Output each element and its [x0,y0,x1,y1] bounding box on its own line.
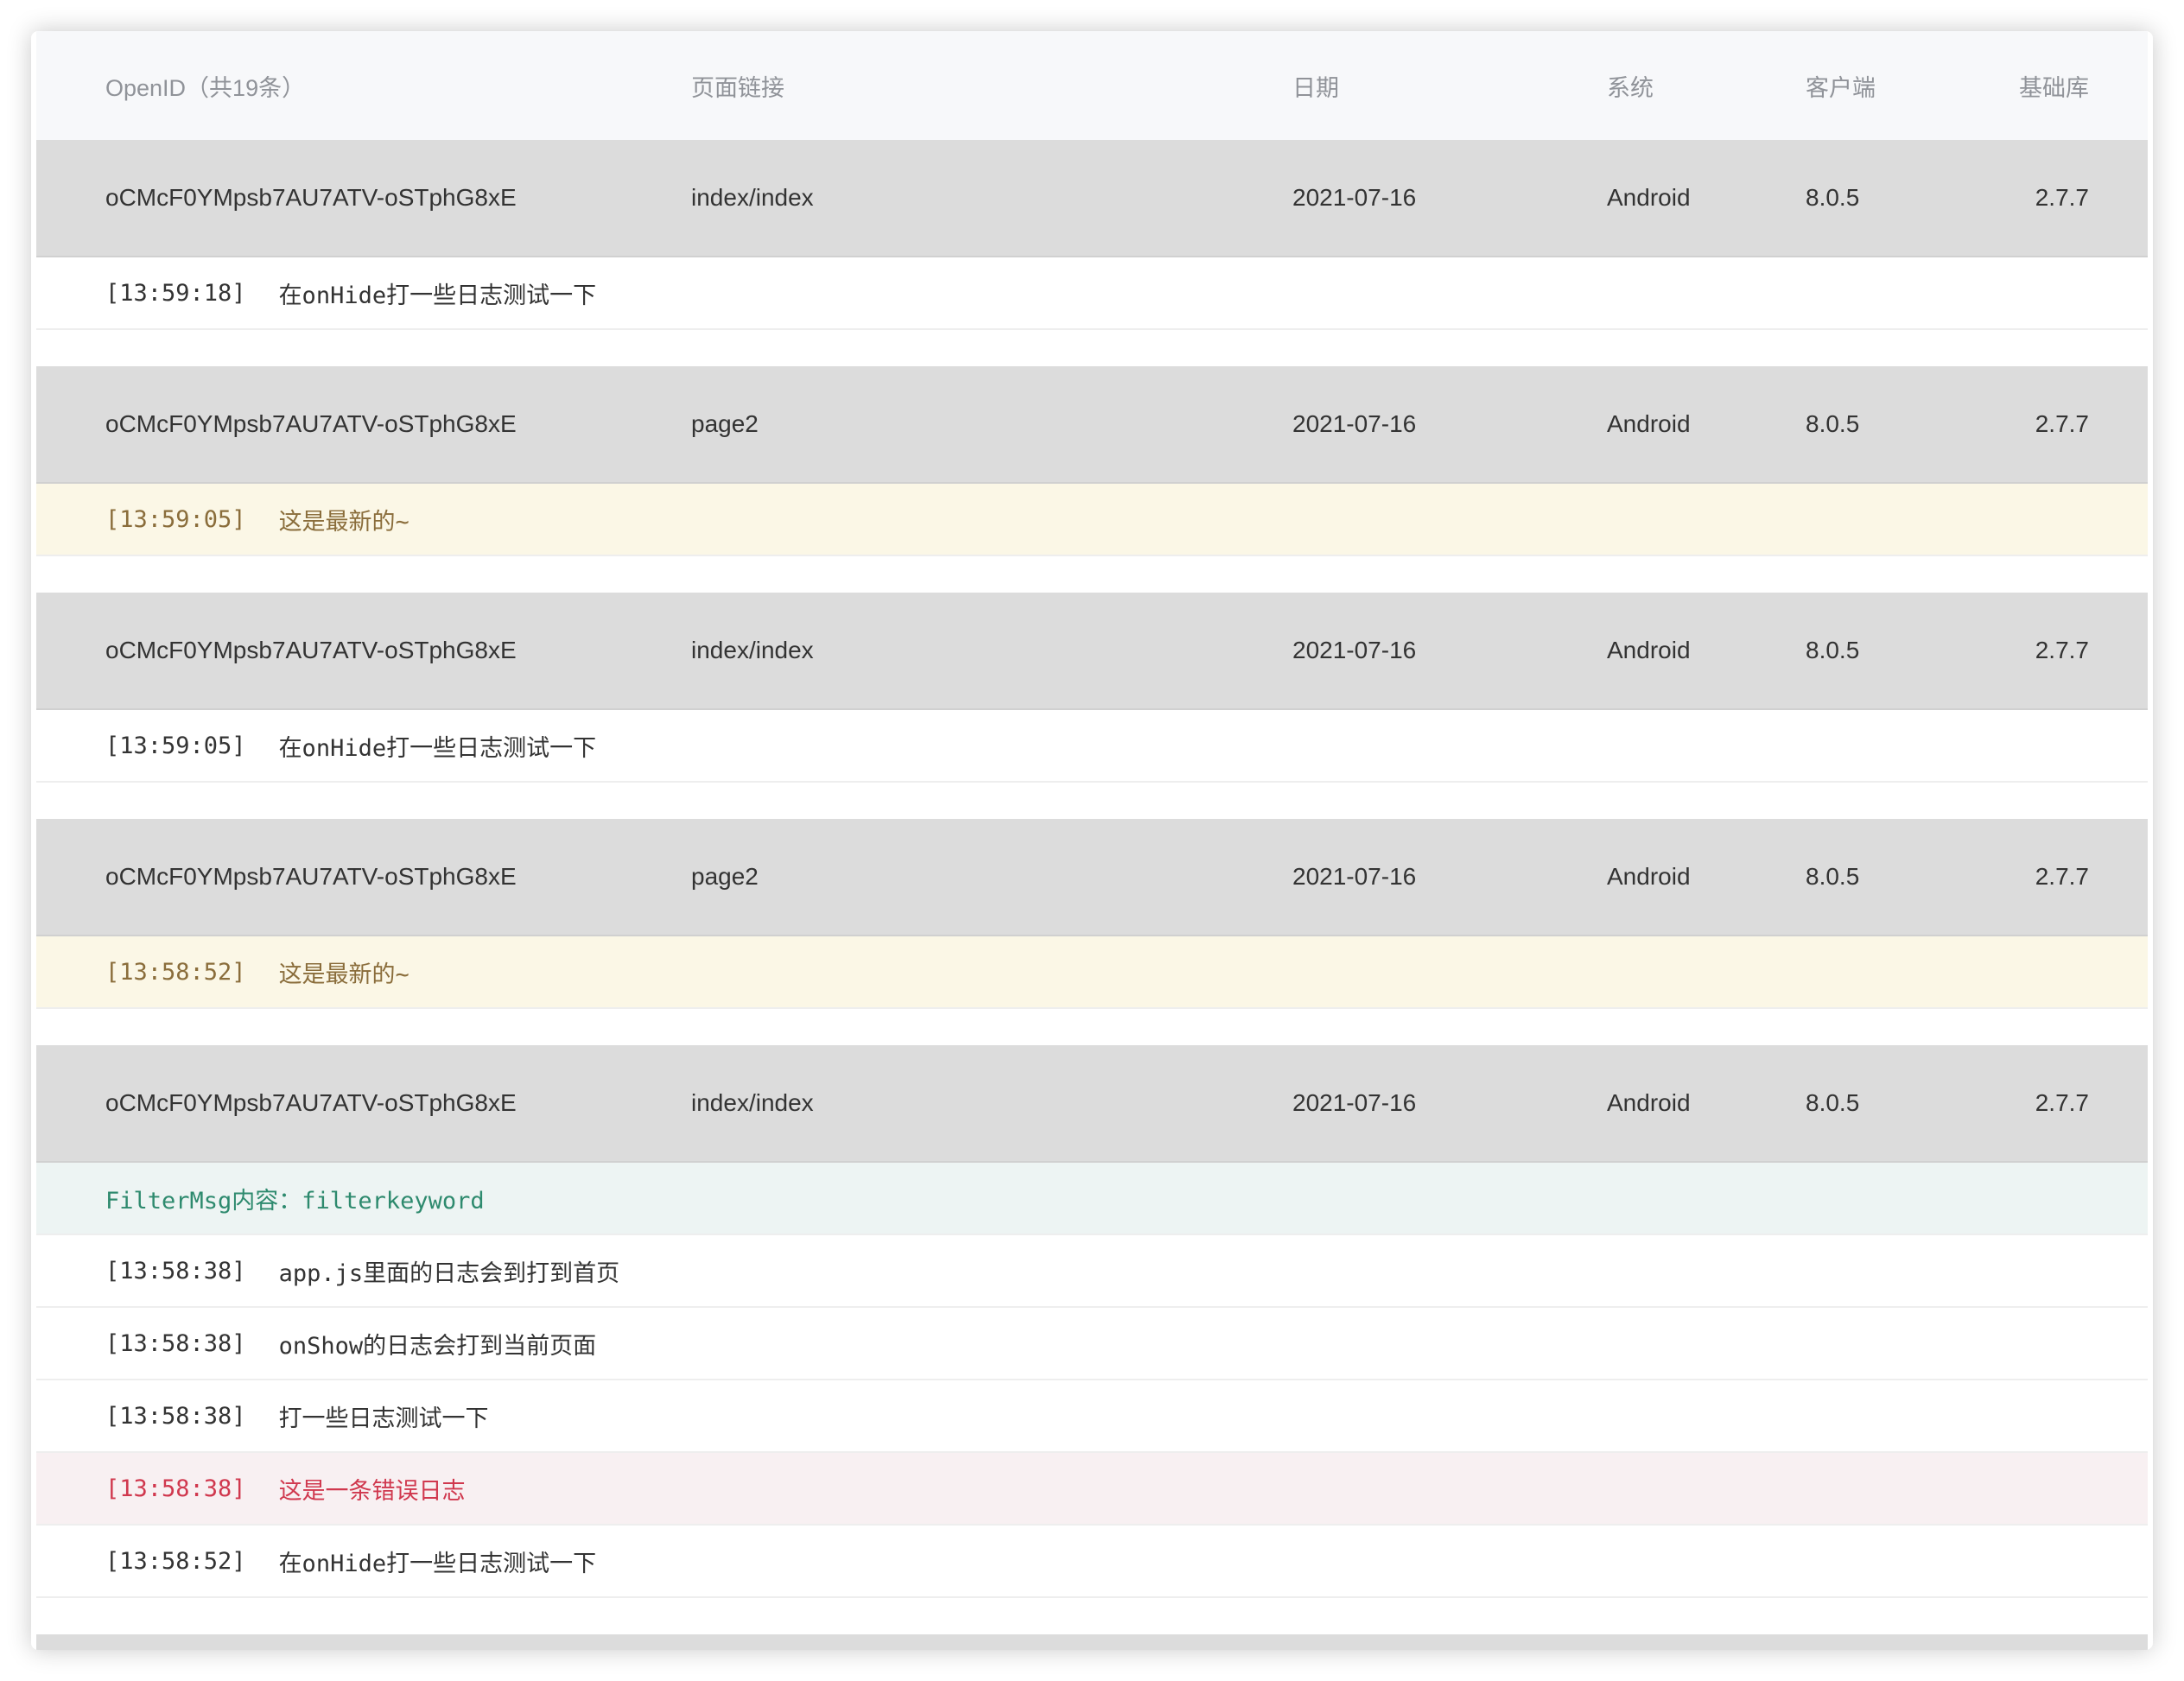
table-row[interactable]: oCMcF0YMpsb7AU7ATV-oSTphG8xE index/index 2… [36,140,2148,257]
system-cell: Android [1607,410,1691,437]
system-cell: Android [1607,637,1691,663]
log-line: [13:59:18] 在onHide打一些日志测试一下 [36,257,2148,330]
log-message: 在onHide打一些日志测试一下 [278,282,597,309]
log-group: oCMcF0YMpsb7AU7ATV-oSTphG8xE index/index 2… [36,140,2148,330]
system-cell: Android [1607,863,1691,890]
log-message: 这是最新的~ [278,508,410,536]
log-table-card: OpenID（共19条） 页面链接 日期 系统 客户端 基础库 oCMcF0YM… [31,31,2153,1650]
base-library-cell: 2.7.7 [2035,863,2089,890]
openid-cell: oCMcF0YMpsb7AU7ATV-oSTphG8xE [105,1089,517,1116]
log-message: 这是最新的~ [278,961,410,988]
next-group-row-partial [36,1634,2148,1650]
date-cell: 2021-07-16 [1292,1089,1417,1116]
log-timestamp: [13:58:52] [105,958,246,986]
log-message: onShow的日志会打到当前页面 [278,1332,597,1360]
table-body: oCMcF0YMpsb7AU7ATV-oSTphG8xE index/index 2… [36,140,2148,1634]
log-message: 在onHide打一些日志测试一下 [278,1550,597,1577]
base-library-cell: 2.7.7 [2035,637,2089,663]
log-group: oCMcF0YMpsb7AU7ATV-oSTphG8xE page2 2021-07… [36,366,2148,556]
log-group: oCMcF0YMpsb7AU7ATV-oSTphG8xE index/index 2… [36,1045,2148,1598]
client-version-cell: 8.0.5 [1806,184,1860,211]
log-line: [13:59:05] 在onHide打一些日志测试一下 [36,710,2148,783]
page-link-cell: page2 [691,863,759,890]
header-page-link[interactable]: 页面链接 [691,31,784,140]
openid-cell: oCMcF0YMpsb7AU7ATV-oSTphG8xE [105,184,517,211]
log-timestamp: [13:59:05] [105,732,246,759]
log-timestamp: [13:58:52] [105,1547,246,1575]
table-row[interactable]: oCMcF0YMpsb7AU7ATV-oSTphG8xE index/index 2… [36,593,2148,710]
header-openid[interactable]: OpenID（共19条） [105,31,305,140]
date-cell: 2021-07-16 [1292,410,1417,437]
page-link-cell: index/index [691,637,814,663]
date-cell: 2021-07-16 [1292,637,1417,663]
base-library-cell: 2.7.7 [2035,410,2089,437]
table-header: OpenID（共19条） 页面链接 日期 系统 客户端 基础库 [36,31,2148,140]
log-timestamp: [13:58:38] [105,1402,246,1430]
table-row[interactable]: oCMcF0YMpsb7AU7ATV-oSTphG8xE page2 2021-07… [36,366,2148,484]
table-row[interactable]: oCMcF0YMpsb7AU7ATV-oSTphG8xE page2 2021-07… [36,819,2148,936]
page-link-cell: page2 [691,410,759,437]
client-version-cell: 8.0.5 [1806,1089,1860,1116]
log-group: oCMcF0YMpsb7AU7ATV-oSTphG8xE page2 2021-07… [36,819,2148,1009]
date-cell: 2021-07-16 [1292,863,1417,890]
filter-message-row: FilterMsg内容：filterkeyword [36,1163,2148,1235]
log-line: [13:58:38] app.js里面的日志会到打到首页 [36,1235,2148,1308]
log-timestamp: [13:59:18] [105,279,246,307]
openid-cell: oCMcF0YMpsb7AU7ATV-oSTphG8xE [105,637,517,663]
log-message: app.js里面的日志会到打到首页 [278,1259,620,1287]
system-cell: Android [1607,184,1691,211]
log-group: oCMcF0YMpsb7AU7ATV-oSTphG8xE index/index 2… [36,593,2148,783]
base-library-cell: 2.7.7 [2035,1089,2089,1116]
log-timestamp: [13:58:38] [105,1475,246,1502]
page-link-cell: index/index [691,184,814,211]
log-message: 在onHide打一些日志测试一下 [278,734,597,762]
openid-cell: oCMcF0YMpsb7AU7ATV-oSTphG8xE [105,863,517,890]
system-cell: Android [1607,1089,1691,1116]
log-line: [13:58:52] 这是最新的~ [36,936,2148,1009]
log-line: [13:58:38] onShow的日志会打到当前页面 [36,1308,2148,1380]
log-timestamp: [13:59:05] [105,505,246,533]
header-base-library[interactable]: 基础库 [1906,31,2089,140]
log-line: [13:58:52] 在onHide打一些日志测试一下 [36,1526,2148,1598]
log-timestamp: [13:58:38] [105,1257,246,1285]
openid-cell: oCMcF0YMpsb7AU7ATV-oSTphG8xE [105,410,517,437]
table-row[interactable]: oCMcF0YMpsb7AU7ATV-oSTphG8xE index/index 2… [36,1045,2148,1163]
log-line: [13:59:05] 这是最新的~ [36,484,2148,556]
base-library-cell: 2.7.7 [2035,184,2089,211]
client-version-cell: 8.0.5 [1806,410,1860,437]
client-version-cell: 8.0.5 [1806,863,1860,890]
header-date[interactable]: 日期 [1292,31,1339,140]
log-message: FilterMsg内容：filterkeyword [105,1187,485,1215]
log-line: [13:58:38] 这是一条错误日志 [36,1453,2148,1526]
log-message: 这是一条错误日志 [278,1477,466,1505]
client-version-cell: 8.0.5 [1806,637,1860,663]
header-client[interactable]: 客户端 [1806,31,1876,140]
header-system[interactable]: 系统 [1607,31,1654,140]
log-message: 打一些日志测试一下 [278,1405,489,1432]
log-timestamp: [13:58:38] [105,1329,246,1357]
date-cell: 2021-07-16 [1292,184,1417,211]
page-link-cell: index/index [691,1089,814,1116]
log-line: [13:58:38] 打一些日志测试一下 [36,1380,2148,1453]
